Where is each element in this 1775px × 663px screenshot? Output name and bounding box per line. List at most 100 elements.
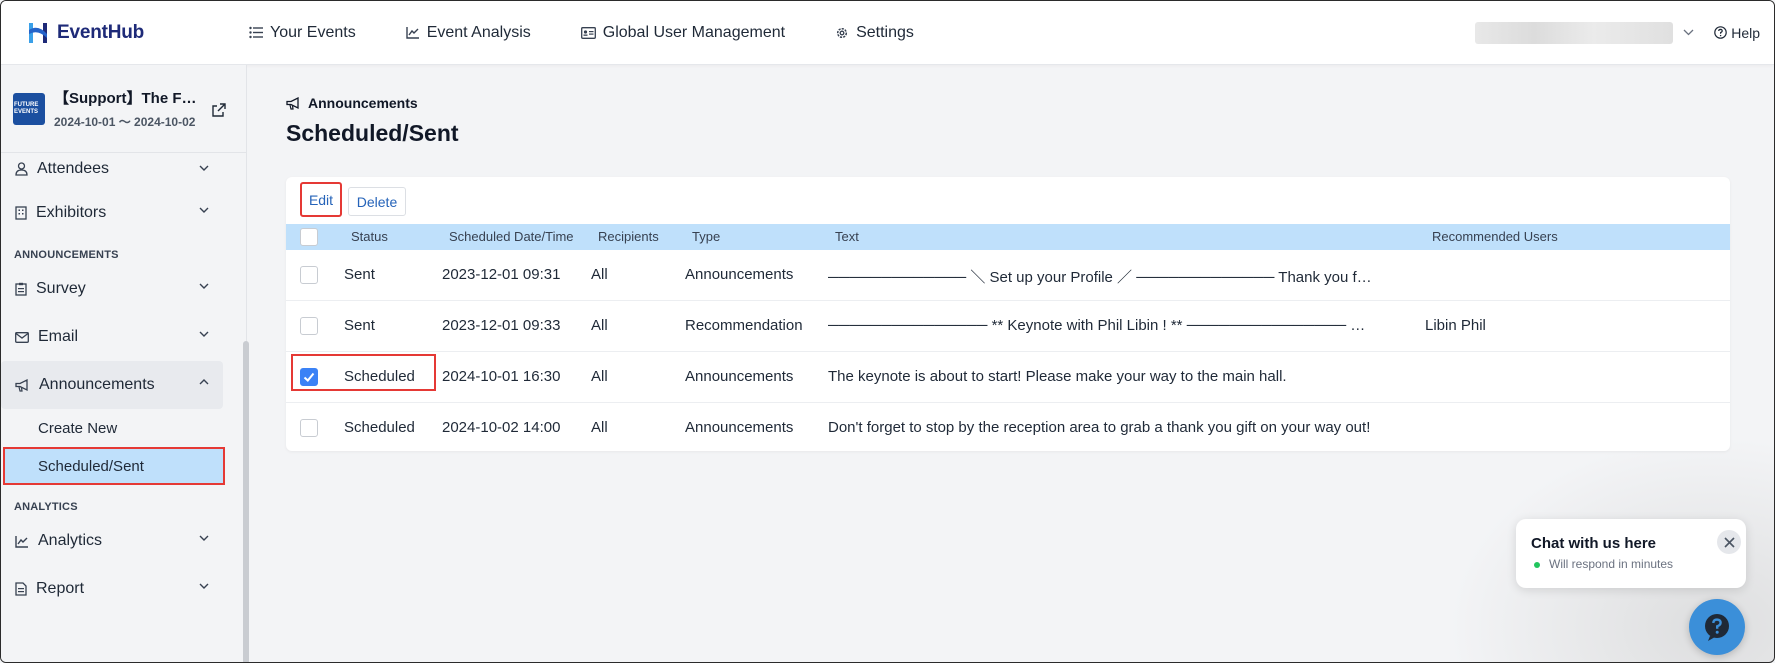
- nav-label: Your Events: [270, 23, 356, 41]
- event-title: 【Support】The F…: [54, 90, 197, 107]
- column-header-status: Status: [351, 229, 388, 244]
- help-link[interactable]: Help: [1714, 25, 1760, 41]
- nav-label: Settings: [856, 23, 914, 41]
- row-type: Announcements: [685, 419, 794, 436]
- chevron-down-icon: [199, 331, 209, 337]
- row-recipients: All: [591, 368, 608, 385]
- chevron-down-icon: [199, 283, 209, 289]
- row-recipients: All: [591, 419, 608, 436]
- delete-button[interactable]: Delete: [348, 187, 406, 216]
- building-icon: [15, 206, 27, 220]
- row-status: Sent: [344, 317, 375, 334]
- event-thumbnail: FUTURE EVENTS: [13, 92, 45, 125]
- chevron-down-icon: [199, 583, 209, 589]
- row-type: Announcements: [685, 368, 794, 385]
- row-type: Recommendation: [685, 317, 803, 334]
- online-status-dot: [1534, 562, 1540, 568]
- chat-widget-popup[interactable]: Chat with us here Will respond in minute…: [1516, 519, 1746, 588]
- row-status: Scheduled: [344, 419, 415, 436]
- list-icon: [249, 26, 263, 39]
- sidebar-item-label: Announcements: [39, 376, 155, 393]
- top-navigation: EventHub Your Events Event Analysis Glob…: [1, 1, 1774, 65]
- section-heading-announcements: ANNOUNCEMENTS: [14, 249, 119, 261]
- nav-event-analysis[interactable]: Event Analysis: [405, 23, 531, 42]
- question-circle-icon: [1714, 26, 1728, 39]
- app-logo[interactable]: EventHub: [25, 20, 225, 46]
- sidebar-item-exhibitors[interactable]: Exhibitors: [1, 189, 223, 237]
- table-row[interactable]: Scheduled 2024-10-02 14:00 All Announcem…: [286, 403, 1730, 454]
- sidebar-item-label: Email: [38, 328, 79, 345]
- envelope-icon: [15, 331, 29, 343]
- external-link-icon[interactable]: [212, 103, 226, 117]
- row-datetime: 2023-12-01 09:31: [442, 266, 561, 283]
- column-header-datetime: Scheduled Date/Time: [449, 229, 574, 244]
- chevron-down-icon: [199, 207, 209, 213]
- chevron-up-icon: [199, 379, 209, 385]
- nav-label: Event Analysis: [426, 23, 531, 41]
- row-checkbox[interactable]: [300, 419, 318, 437]
- row-datetime: 2023-12-01 09:33: [442, 317, 561, 334]
- nav-global-user-management[interactable]: Global User Management: [580, 23, 786, 42]
- sidebar-item-label: Analytics: [38, 532, 103, 549]
- column-header-type: Type: [692, 229, 721, 244]
- close-icon: [1723, 536, 1735, 548]
- sidebar-item-label: Attendees: [37, 160, 110, 177]
- table-row[interactable]: Sent 2023-12-01 09:31 All Announcements …: [286, 250, 1730, 301]
- checkmark-icon: [303, 372, 315, 382]
- nav-settings[interactable]: Settings: [835, 24, 914, 42]
- chevron-down-icon: [199, 535, 209, 541]
- select-all-checkbox[interactable]: [300, 228, 318, 246]
- row-checkbox[interactable]: [300, 317, 318, 335]
- sidebar-item-label: Exhibitors: [36, 204, 107, 221]
- sidebar-subitem-scheduled-sent[interactable]: Scheduled/Sent: [3, 447, 225, 485]
- line-chart-icon: [15, 535, 28, 548]
- sidebar-item-analytics[interactable]: Analytics: [1, 517, 223, 565]
- row-text: ─────────────── ** Keynote with Phil Lib…: [828, 317, 1366, 334]
- help-label: Help: [1731, 24, 1760, 41]
- row-checkbox[interactable]: [300, 266, 318, 284]
- row-recipients: All: [591, 317, 608, 334]
- sidebar-item-survey[interactable]: Survey: [1, 265, 223, 313]
- nav-label: Global User Management: [602, 23, 786, 41]
- row-text: The keynote is about to start! Please ma…: [828, 368, 1287, 385]
- app-window: EventHub Your Events Event Analysis Glob…: [0, 0, 1775, 663]
- id-card-icon: [580, 26, 596, 39]
- chevron-down-icon[interactable]: [1683, 29, 1694, 36]
- chat-title: Chat with us here: [1531, 535, 1657, 552]
- row-text: Don't forget to stop by the reception ar…: [828, 419, 1371, 436]
- question-bubble-icon: [1705, 614, 1729, 641]
- table-header: Status Scheduled Date/Time Recipients Ty…: [286, 224, 1730, 250]
- table-row[interactable]: Scheduled 2024-10-01 16:30 All Announcem…: [286, 352, 1730, 403]
- row-status: Sent: [344, 266, 375, 283]
- breadcrumb-label: Announcements: [308, 95, 418, 111]
- app-name: EventHub: [57, 21, 145, 43]
- row-checkbox[interactable]: [300, 368, 318, 386]
- clipboard-icon: [15, 282, 27, 296]
- row-type: Announcements: [685, 266, 794, 283]
- sidebar-item-attendees[interactable]: Attendees: [1, 149, 223, 189]
- user-account-menu[interactable]: [1475, 21, 1674, 44]
- row-datetime: 2024-10-02 14:00: [442, 419, 561, 436]
- sidebar-item-report[interactable]: Report: [1, 565, 223, 613]
- sidebar-item-label: Survey: [36, 280, 86, 297]
- nav-your-events[interactable]: Your Events: [249, 24, 356, 42]
- chat-subtitle: Will respond in minutes: [1549, 557, 1674, 571]
- sidebar-item-email[interactable]: Email: [1, 313, 223, 361]
- chat-close-button[interactable]: [1717, 530, 1741, 554]
- line-chart-icon: [405, 27, 419, 39]
- announcements-table-panel: Edit Delete Status Scheduled Date/Time R…: [286, 177, 1730, 451]
- sidebar-subitem-create-new[interactable]: Create New: [1, 409, 223, 447]
- sidebar-item-label: Report: [36, 580, 85, 597]
- megaphone-icon: [15, 378, 28, 392]
- chevron-down-icon: [199, 165, 209, 171]
- edit-button[interactable]: Edit: [300, 182, 342, 217]
- chat-launcher-button[interactable]: [1689, 599, 1745, 655]
- table-row[interactable]: Sent 2023-12-01 09:33 All Recommendation…: [286, 301, 1730, 352]
- row-recipients: All: [591, 266, 608, 283]
- sidebar: FUTURE EVENTS 【Support】The F… 2024-10-01…: [1, 65, 247, 662]
- sidebar-item-announcements[interactable]: Announcements: [1, 361, 223, 409]
- breadcrumb: Announcements: [286, 95, 418, 111]
- column-header-recipients: Recipients: [598, 229, 659, 244]
- event-dates: 2024-10-01 〜 2024-10-02: [54, 115, 196, 129]
- event-card: FUTURE EVENTS 【Support】The F… 2024-10-01…: [1, 65, 246, 153]
